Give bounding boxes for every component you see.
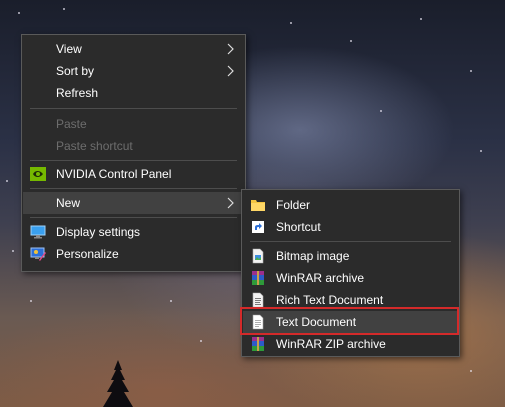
menu-item-paste-shortcut[interactable]: Paste shortcut (23, 135, 244, 157)
menu-item-label: Display settings (56, 225, 141, 239)
nvidia-icon (30, 167, 46, 181)
menu-item-personalize[interactable]: Personalize (23, 243, 244, 265)
menu-item-refresh[interactable]: Refresh (23, 82, 244, 104)
folder-icon (251, 200, 265, 211)
menu-item-label: View (56, 42, 82, 56)
menu-item-label: NVIDIA Control Panel (56, 167, 172, 181)
menu-separator (30, 160, 237, 161)
annotation-highlight-box (240, 307, 459, 335)
menu-item-label: Rich Text Document (276, 293, 384, 307)
menu-item-nvidia-control-panel[interactable]: NVIDIA Control Panel (23, 163, 244, 185)
menu-separator (250, 241, 451, 242)
submenu-item-bitmap-image[interactable]: Bitmap image (243, 245, 458, 267)
menu-separator (30, 108, 237, 109)
submenu-item-shortcut[interactable]: Shortcut (243, 216, 458, 238)
menu-item-label: Personalize (56, 247, 119, 261)
menu-item-new[interactable]: New (23, 192, 244, 214)
winrar-zip-archive-icon (252, 337, 264, 351)
bitmap-image-icon (252, 248, 264, 264)
chevron-right-icon (227, 197, 234, 209)
submenu-item-folder[interactable]: Folder (243, 194, 458, 216)
menu-separator (30, 188, 237, 189)
menu-item-label: Refresh (56, 86, 99, 100)
menu-item-label: New (56, 196, 81, 210)
menu-item-view[interactable]: View (23, 38, 244, 60)
menu-item-label: WinRAR ZIP archive (276, 337, 386, 351)
winrar-archive-icon (252, 271, 264, 285)
menu-item-label: Folder (276, 198, 311, 212)
menu-item-paste[interactable]: Paste (23, 113, 244, 135)
menu-item-label: WinRAR archive (276, 271, 365, 285)
submenu-item-winrar-zip-archive[interactable]: WinRAR ZIP archive (243, 333, 458, 355)
menu-item-display-settings[interactable]: Display settings (23, 221, 244, 243)
personalize-icon (30, 247, 46, 261)
desktop-context-menu: View Sort by Refresh Paste Paste shortcu… (21, 34, 246, 272)
menu-item-label: Paste shortcut (56, 139, 133, 153)
shortcut-icon (252, 221, 264, 233)
menu-item-label: Bitmap image (276, 249, 350, 263)
rich-text-document-icon (252, 292, 264, 308)
menu-item-label: Sort by (56, 64, 95, 78)
submenu-item-winrar-archive[interactable]: WinRAR archive (243, 267, 458, 289)
chevron-right-icon (227, 65, 234, 77)
menu-item-sort-by[interactable]: Sort by (23, 60, 244, 82)
display-settings-icon (30, 225, 46, 239)
menu-separator (30, 217, 237, 218)
menu-item-label: Shortcut (276, 220, 321, 234)
chevron-right-icon (227, 43, 234, 55)
menu-item-label: Paste (56, 117, 87, 131)
tree-silhouette (103, 360, 133, 407)
